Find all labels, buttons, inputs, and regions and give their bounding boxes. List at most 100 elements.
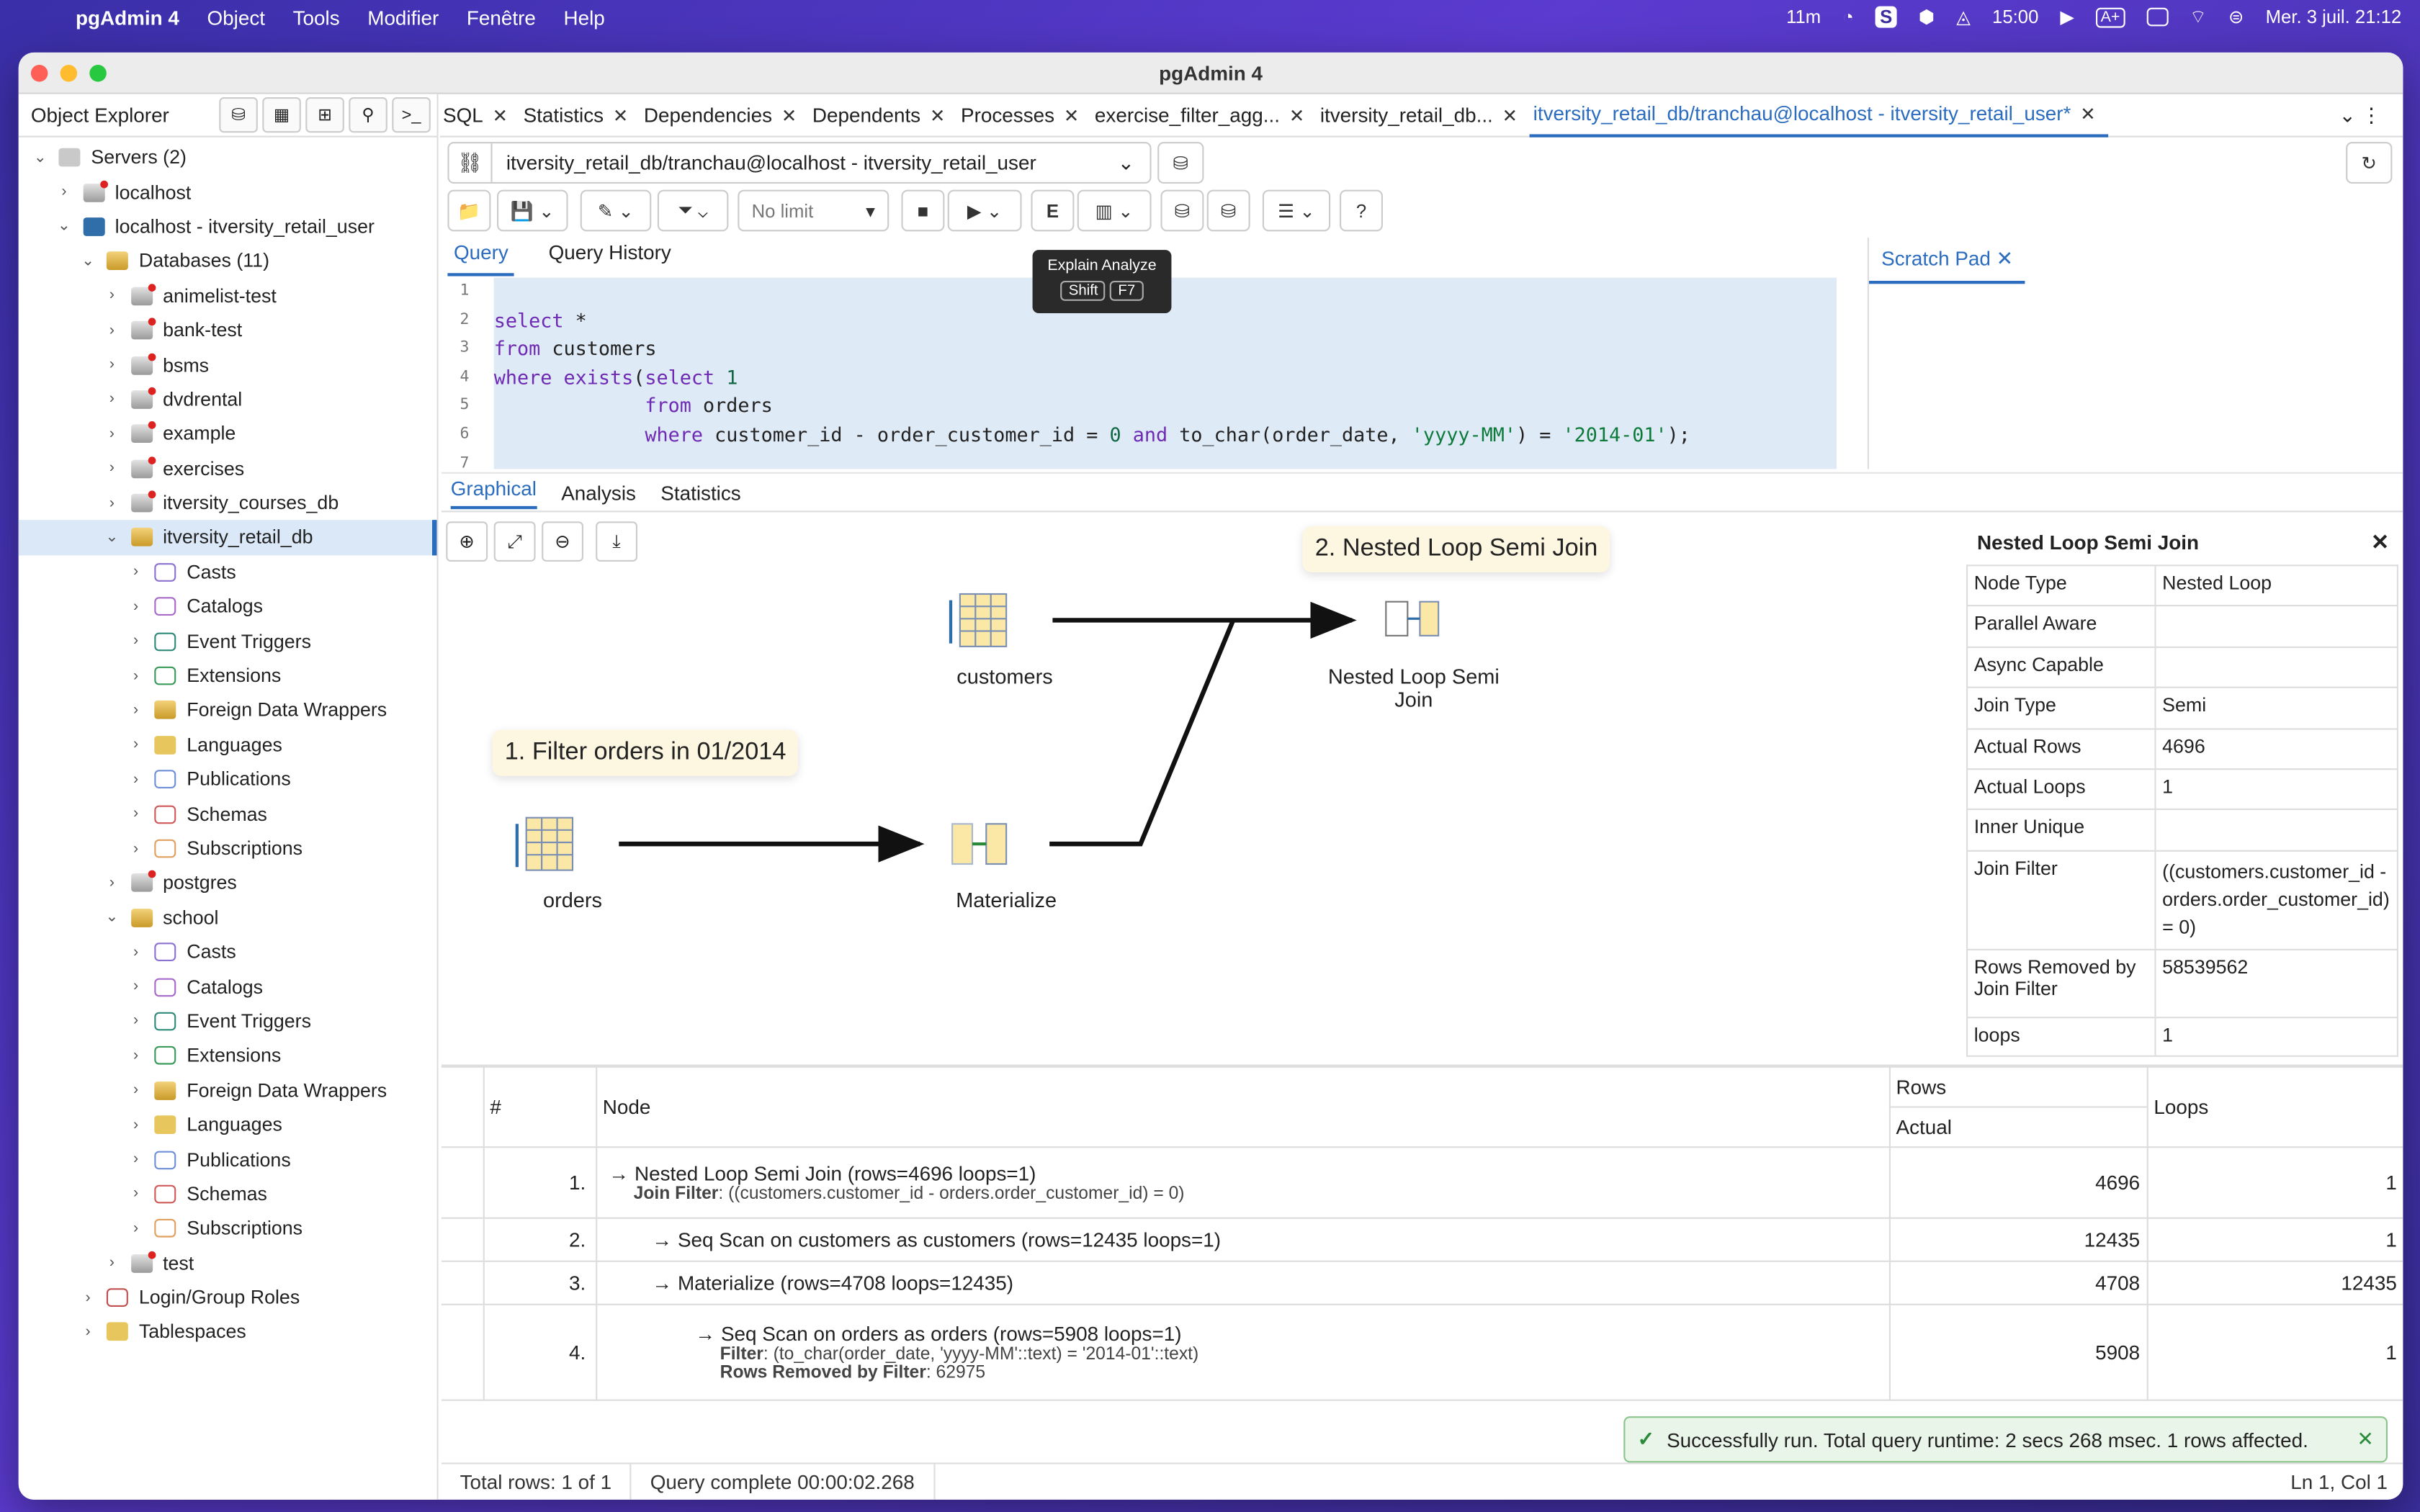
search-icon[interactable]: ⚲ [349, 97, 387, 133]
commit-icon[interactable]: ⛁ [1160, 189, 1204, 232]
tree-item[interactable]: ⌄ Databases (11) [19, 244, 437, 279]
chevron-right-icon[interactable]: › [127, 737, 145, 754]
chevron-right-icon[interactable]: › [127, 1151, 145, 1169]
control-center-icon[interactable]: ⊜ [2228, 6, 2244, 28]
limit-select[interactable]: No limit ▾ [738, 189, 889, 232]
menu-modifier[interactable]: Modifier [367, 6, 439, 29]
materialize-node-icon[interactable] [951, 823, 1008, 865]
macros-icon[interactable]: ☰ ⌄ [1262, 189, 1331, 232]
tree-item[interactable]: › Schemas [19, 797, 437, 832]
datetime-status[interactable]: Mer. 3 juil. 21:12 [2266, 6, 2402, 28]
chevron-right-icon[interactable]: › [127, 1013, 145, 1030]
tree-item[interactable]: › Catalogs [19, 590, 437, 624]
timer-status[interactable]: 11m [1786, 6, 1821, 28]
chevron-down-icon[interactable]: ⌄ [55, 218, 73, 235]
close-tab-icon[interactable]: ✕ [1502, 104, 1518, 126]
tabs-overflow-icon[interactable]: ⌄ ⋮ [2339, 104, 2381, 128]
close-icon[interactable]: ✕ [2371, 529, 2389, 555]
query-tool-icon[interactable]: ⛁ [219, 97, 258, 133]
tree-item[interactable]: › Schemas [19, 1176, 437, 1211]
save-icon[interactable]: 💾 ⌄ [497, 189, 568, 232]
tree-item[interactable]: › exercises [19, 451, 437, 486]
close-tab-icon[interactable]: ✕ [1289, 104, 1305, 126]
chevron-right-icon[interactable]: › [127, 1082, 145, 1099]
chevron-right-icon[interactable]: › [103, 391, 122, 408]
help-icon[interactable]: ? [1340, 189, 1383, 232]
explain-icon[interactable]: E [1031, 189, 1075, 232]
execute-icon[interactable]: ▶ ⌄ [947, 189, 1022, 232]
table-row[interactable]: 2. → Seq Scan on customers as customers (… [441, 1217, 2403, 1262]
menu-fenetre[interactable]: Fenêtre [467, 6, 536, 29]
tab-graphical[interactable]: Graphical [450, 476, 537, 509]
chevron-right-icon[interactable]: › [55, 184, 73, 201]
refresh-icon[interactable]: ↻ [2346, 142, 2393, 184]
scratch-pad-tab[interactable]: Scratch Pad ✕ [1869, 238, 2026, 284]
chevron-right-icon[interactable]: › [127, 771, 145, 788]
edit-icon[interactable]: ✎ ⌄ [580, 189, 652, 232]
table-row[interactable]: 4. → Seq Scan on orders as orders (rows=5… [441, 1303, 2403, 1401]
chevron-right-icon[interactable]: › [127, 840, 145, 858]
close-tab-icon[interactable]: ✕ [781, 104, 797, 126]
chevron-right-icon[interactable]: › [103, 875, 122, 892]
tab-2[interactable]: Dependencies ✕ [641, 94, 810, 137]
chevron-right-icon[interactable]: › [127, 944, 145, 961]
minimize-window-button[interactable] [60, 65, 78, 82]
tree-item[interactable]: › itversity_courses_db [19, 486, 437, 521]
text-size-icon[interactable]: A+ [2096, 6, 2125, 27]
tab-query-history[interactable]: Query History [542, 238, 677, 276]
tree-item[interactable]: › Foreign Data Wrappers [19, 1073, 437, 1107]
tree-item[interactable]: › localhost [19, 175, 437, 210]
chevron-right-icon[interactable]: › [127, 1186, 145, 1203]
chevron-right-icon[interactable]: › [103, 322, 122, 339]
connection-selector[interactable]: ⛓ itversity_retail_db/tranchau@localhost… [447, 142, 1152, 184]
tree-item[interactable]: › Publications [19, 762, 437, 797]
tree-item[interactable]: › dvdrental [19, 382, 437, 417]
tree-item[interactable]: › Languages [19, 728, 437, 762]
chevron-down-icon[interactable]: ⌄ [79, 253, 97, 270]
tab-analysis[interactable]: Analysis [561, 481, 636, 504]
chevron-right-icon[interactable]: › [79, 1324, 97, 1341]
tree-item[interactable]: ⌄ Servers (2) [19, 140, 437, 175]
close-icon[interactable]: ✕ [1996, 247, 2013, 270]
close-icon[interactable]: ✕ [2357, 1427, 2373, 1452]
chevron-right-icon[interactable]: › [79, 1290, 97, 1307]
chevron-right-icon[interactable]: › [103, 287, 122, 305]
status-signal-icon[interactable]: ◬ [1956, 6, 1971, 28]
chevron-right-icon[interactable]: › [103, 460, 122, 477]
new-connection-icon[interactable]: ⛁ [1157, 142, 1204, 184]
close-tab-icon[interactable]: ✕ [493, 104, 508, 126]
menu-tools[interactable]: Tools [293, 6, 340, 29]
close-tab-icon[interactable]: ✕ [613, 104, 629, 126]
tab-6[interactable]: itversity_retail_db... ✕ [1317, 94, 1531, 137]
rollback-icon[interactable]: ⛁ [1206, 189, 1250, 232]
tree-item[interactable]: › Catalogs [19, 970, 437, 1004]
chevron-right-icon[interactable]: › [127, 633, 145, 650]
tree-item[interactable]: › animelist-test [19, 279, 437, 313]
wifi-icon[interactable]: ⌔ [2190, 6, 2207, 29]
tree-item[interactable]: › example [19, 417, 437, 451]
tree-item[interactable]: › bank-test [19, 313, 437, 348]
tab-3[interactable]: Dependents ✕ [810, 94, 958, 137]
chevron-right-icon[interactable]: › [103, 1255, 122, 1272]
open-file-icon[interactable]: 📁 [447, 189, 491, 232]
tree-item[interactable]: › Subscriptions [19, 832, 437, 866]
tree-item[interactable]: ⌄ itversity_retail_db [18, 520, 437, 555]
tab-statistics[interactable]: Statistics [660, 481, 740, 504]
battery-icon[interactable] [2146, 7, 2168, 27]
tree-item[interactable]: › Casts [19, 935, 437, 970]
psql-terminal-icon[interactable]: >_ [392, 97, 431, 133]
status-s-icon[interactable]: S [1875, 6, 1897, 28]
tree-item[interactable]: › Extensions [19, 659, 437, 693]
chevron-down-icon[interactable]: ⌄ [1118, 150, 1150, 175]
tree-item[interactable]: › bsms [19, 348, 437, 382]
close-window-button[interactable] [30, 65, 48, 82]
tree-item[interactable]: › Subscriptions [19, 1211, 437, 1246]
tree-item[interactable]: › Casts [19, 555, 437, 590]
chevron-right-icon[interactable]: › [127, 1048, 145, 1065]
filter-rows-icon[interactable]: ⊞ [305, 97, 344, 133]
nested-loop-node-icon[interactable] [1385, 600, 1440, 636]
orders-node-icon[interactable] [515, 816, 574, 871]
chevron-right-icon[interactable]: › [127, 598, 145, 616]
chevron-right-icon[interactable]: › [127, 1220, 145, 1238]
chevron-right-icon[interactable]: › [103, 356, 122, 374]
